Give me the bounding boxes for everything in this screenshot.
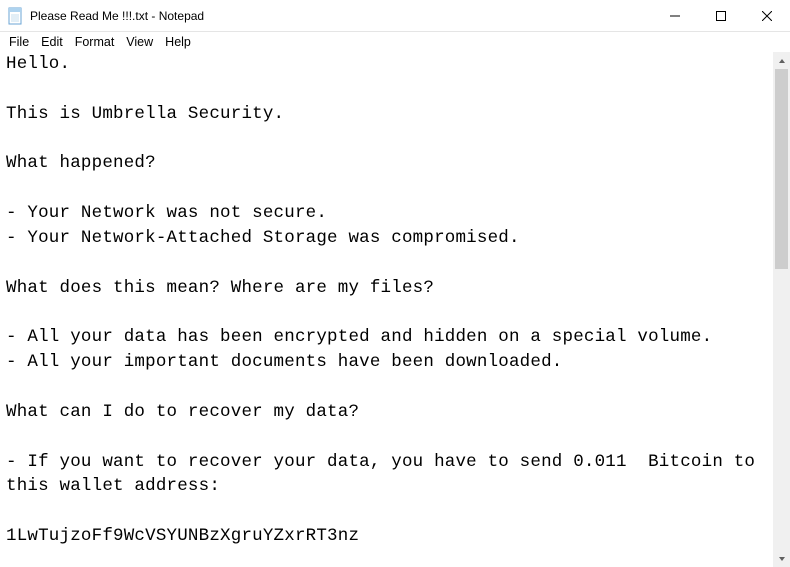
content-wrapper: Hello. This is Umbrella Security. What h… xyxy=(0,52,790,567)
menu-bar: File Edit Format View Help xyxy=(0,32,790,52)
menu-edit[interactable]: Edit xyxy=(36,34,68,50)
menu-help[interactable]: Help xyxy=(160,34,196,50)
close-button[interactable] xyxy=(744,0,790,32)
scroll-thumb[interactable] xyxy=(775,69,788,269)
title-bar: Please Read Me !!!.txt - Notepad xyxy=(0,0,790,32)
menu-format[interactable]: Format xyxy=(70,34,120,50)
maximize-button[interactable] xyxy=(698,0,744,32)
scroll-up-button[interactable] xyxy=(773,52,790,69)
minimize-button[interactable] xyxy=(652,0,698,32)
window-title: Please Read Me !!!.txt - Notepad xyxy=(30,9,652,23)
vertical-scrollbar[interactable] xyxy=(773,52,790,567)
text-editor[interactable]: Hello. This is Umbrella Security. What h… xyxy=(0,52,773,567)
menu-view[interactable]: View xyxy=(121,34,158,50)
window-controls xyxy=(652,0,790,31)
menu-file[interactable]: File xyxy=(4,34,34,50)
scroll-down-button[interactable] xyxy=(773,550,790,567)
notepad-icon xyxy=(8,6,24,26)
